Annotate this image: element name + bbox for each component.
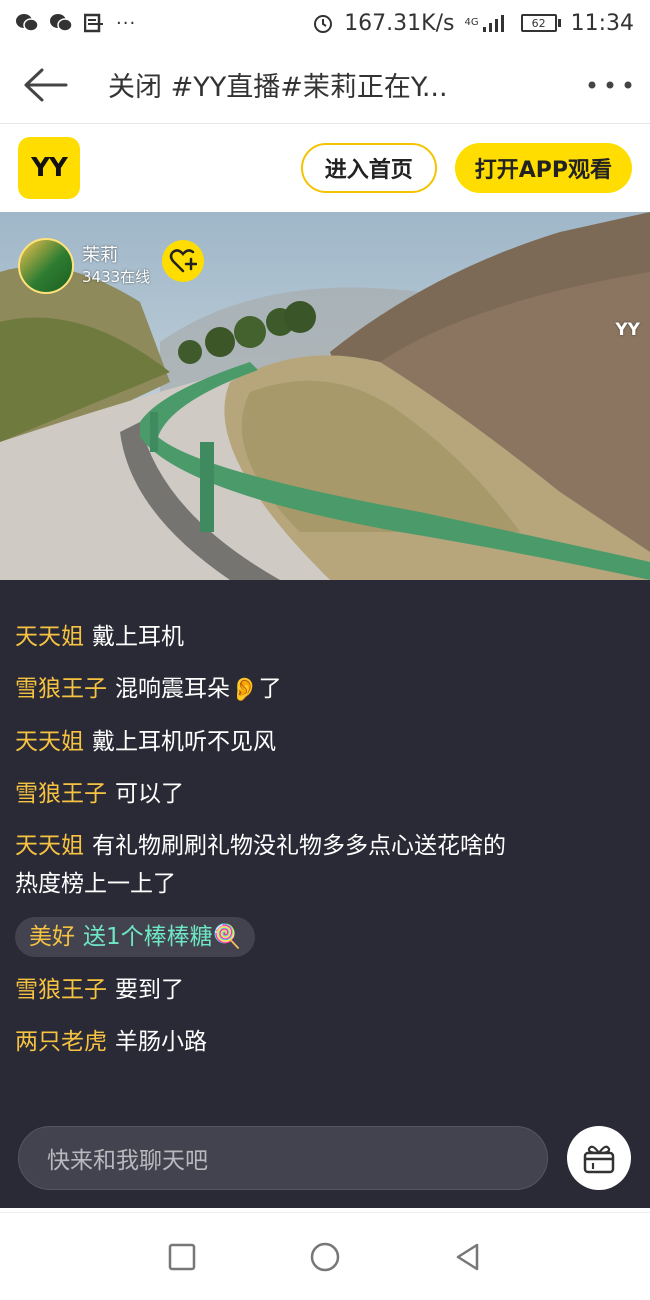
wechat-icon — [50, 13, 72, 33]
more-dots-icon — [588, 81, 632, 88]
yy-header: YY 进入首页 打开APP观看 — [0, 124, 650, 212]
signal-icon: 4G — [464, 13, 510, 33]
follow-button[interactable] — [162, 240, 204, 282]
triangle-back-icon — [457, 1243, 479, 1270]
square-icon — [168, 1243, 195, 1270]
message-username[interactable]: 雪狼王子 — [15, 781, 107, 807]
anchor-info[interactable]: 茉莉 3433在线 — [18, 238, 150, 294]
ear-emoji-icon: 👂 — [230, 676, 259, 703]
app-bar: 关闭 #YY直播#茉莉正在Y... — [0, 46, 650, 124]
chat-message: 天天姐 戴上耳机 — [15, 618, 635, 656]
message-text: 戴上耳机 — [92, 624, 184, 650]
message-username[interactable]: 雪狼王子 — [15, 676, 107, 702]
message-text: 混响震耳朵 — [115, 676, 230, 702]
message-username[interactable]: 天天姐 — [15, 833, 84, 859]
chat-message: 天天姐 有礼物刷刷礼物没礼物多多点心送花啥的热度榜上一上了 — [15, 827, 515, 903]
message-text: 可以了 — [115, 780, 184, 807]
battery-icon: 62 — [520, 14, 561, 32]
system-nav-bar — [0, 1212, 650, 1300]
online-count: 3433在线 — [82, 268, 151, 286]
chat-panel: 天天姐 戴上耳机 雪狼王子 混响震耳朵👂了 天天姐 戴上耳机听不见风 雪狼王子 可以了 … — [0, 580, 650, 1208]
alarm-icon — [312, 12, 334, 34]
back-button[interactable] — [0, 46, 90, 124]
more-options-button[interactable] — [570, 46, 650, 124]
message-list: 天天姐 戴上耳机 雪狼王子 混响震耳朵👂了 天天姐 戴上耳机听不见风 雪狼王子 可以了 … — [15, 618, 635, 1075]
chat-message: 两只老虎 羊肠小路 — [15, 1023, 635, 1061]
anchor-name: 茉莉 — [82, 245, 118, 266]
message-username[interactable]: 天天姐 — [15, 729, 84, 755]
back-nav-button[interactable] — [438, 1227, 498, 1287]
chat-message: 雪狼王子 可以了 — [15, 775, 635, 813]
recent-apps-button[interactable] — [152, 1227, 212, 1287]
message-text: 有礼物刷刷礼物没礼物多多点心送花啥的热度榜上一上了 — [15, 832, 506, 897]
anchor-avatar[interactable] — [18, 238, 74, 294]
status-bar: ··· 167.31K/s 4G 62 11:34 — [0, 0, 650, 46]
message-username[interactable]: 天天姐 — [15, 624, 84, 650]
more-dots-icon: ··· — [116, 12, 137, 34]
message-text: 戴上耳机听不见风 — [92, 728, 276, 755]
status-left-icons: ··· — [16, 13, 136, 34]
chat-message: 雪狼王子 混响震耳朵👂了 — [15, 670, 635, 709]
chat-message: 天天姐 戴上耳机听不见风 — [15, 723, 635, 761]
gift-text: 送1个棒棒糖 — [83, 923, 213, 950]
gift-message: 美好 送1个棒棒糖🍭 — [15, 916, 256, 957]
lollipop-icon: 🍭 — [212, 924, 242, 950]
gift-button[interactable] — [567, 1126, 631, 1190]
message-username[interactable]: 美好 — [29, 924, 75, 950]
open-app-button[interactable]: 打开APP观看 — [454, 143, 632, 193]
network-speed: 167.31K/s — [344, 10, 455, 36]
clock: 11:34 — [570, 10, 634, 36]
chat-input[interactable]: 快来和我聊天吧 — [18, 1126, 548, 1190]
battery-level: 62 — [520, 14, 557, 32]
yy-logo[interactable]: YY — [18, 137, 80, 199]
chat-message: 雪狼王子 要到了 — [15, 971, 635, 1009]
message-text: 羊肠小路 — [115, 1029, 207, 1055]
circle-icon — [310, 1242, 340, 1271]
heart-plus-icon — [169, 249, 197, 273]
wechat-icon — [16, 13, 38, 33]
live-video[interactable]: 茉莉 3433在线 YY — [0, 212, 650, 580]
message-icon — [84, 13, 104, 33]
message-username[interactable]: 两只老虎 — [15, 1029, 107, 1055]
page-title: 关闭 #YY直播#茉莉正在Y... — [108, 72, 448, 103]
network-type: 4G — [464, 17, 479, 28]
enter-home-button[interactable]: 进入首页 — [300, 143, 437, 193]
message-text-suffix: 了 — [258, 676, 282, 702]
back-arrow-icon — [24, 68, 68, 101]
yy-watermark: YY — [615, 320, 640, 340]
home-button[interactable] — [295, 1227, 355, 1287]
message-text: 要到了 — [115, 977, 184, 1003]
gift-icon — [583, 1145, 615, 1174]
message-username[interactable]: 雪狼王子 — [15, 977, 107, 1003]
status-right: 167.31K/s 4G 62 11:34 — [312, 11, 634, 36]
